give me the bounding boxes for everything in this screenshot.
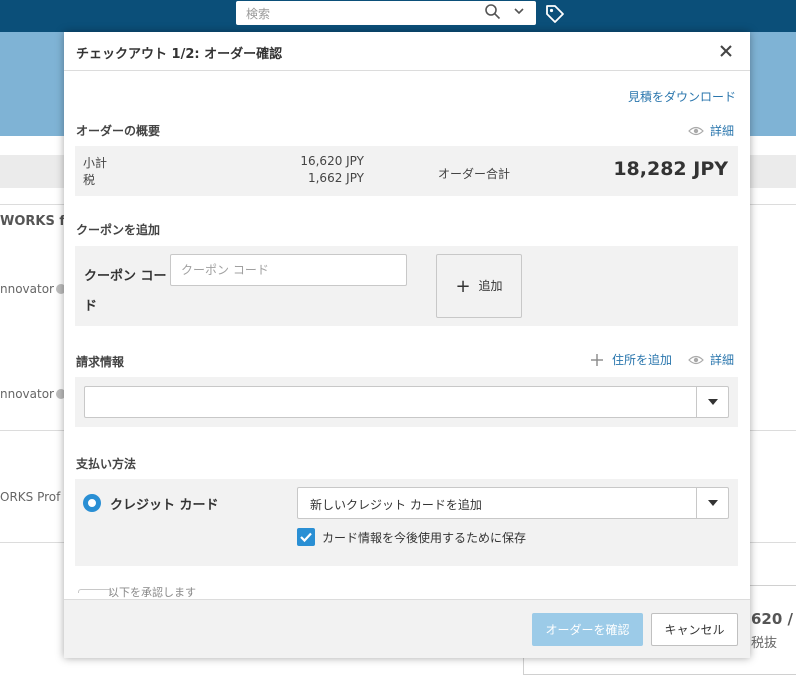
checkmark-icon <box>300 532 312 543</box>
credit-card-select[interactable]: 新しいクレジット カードを追加 <box>297 487 729 519</box>
total-partial: 620 / s <box>751 610 796 628</box>
plus-icon: + <box>455 275 471 297</box>
billing-title: 請求情報 <box>76 355 125 369</box>
coupon-panel: クーポン コード + 追加 <box>75 246 738 326</box>
product-edition-text: nnovator <box>0 282 54 296</box>
summary-details-link[interactable]: 詳細 <box>688 122 734 139</box>
modal-title: チェックアウト 1/2: オーダー確認 <box>76 47 283 62</box>
search-icon[interactable] <box>484 3 502 21</box>
order-summary-panel: 小計 税 16,620 JPY 1,662 JPY オーダー合計 18,282 … <box>75 146 738 196</box>
plus-icon <box>591 354 603 366</box>
tax-partial: 税抜 <box>751 636 778 651</box>
save-card-label: カード情報を今後使用するために保存 <box>322 531 527 545</box>
terms-text: 以下を承認します <box>108 586 196 599</box>
dropdown-arrow-icon[interactable] <box>696 488 728 518</box>
credit-card-value: 新しいクレジット カードを追加 <box>310 498 482 512</box>
save-card-checkbox[interactable] <box>297 528 315 546</box>
coupon-code-label: クーポン コード <box>84 269 167 314</box>
checkout-modal: チェックアウト 1/2: オーダー確認 見積をダウンロード オーダーの概要 詳細… <box>64 32 750 658</box>
product-edition: nnovator <box>0 387 66 401</box>
eye-icon <box>688 355 704 365</box>
add-address-label: 住所を追加 <box>612 353 673 367</box>
add-address-link[interactable]: 住所を追加 <box>590 351 672 368</box>
billing-panel <box>75 377 738 427</box>
modal-header: チェックアウト 1/2: オーダー確認 <box>64 32 750 71</box>
close-icon[interactable] <box>719 44 733 58</box>
credit-card-radio[interactable] <box>83 494 101 512</box>
order-total-value: 18,282 JPY <box>613 158 728 180</box>
tax-label: 税 <box>83 173 96 187</box>
subtotal-label: 小計 <box>83 156 108 170</box>
payment-panel: クレジット カード 新しいクレジット カードを追加 カード情報を今後使用するため… <box>75 479 738 566</box>
payment-title: 支払い方法 <box>76 457 137 471</box>
coupon-code-input[interactable] <box>170 254 407 286</box>
add-coupon-label: 追加 <box>478 278 503 293</box>
search-box[interactable]: 検索 <box>236 1 536 25</box>
eye-icon <box>688 126 704 136</box>
top-navigation-bar: 検索 <box>0 0 796 32</box>
dropdown-arrow-icon[interactable] <box>696 387 728 417</box>
order-total-label: オーダー合計 <box>438 167 511 181</box>
modal-footer: オーダーを確認 キャンセル <box>64 599 750 658</box>
add-coupon-button[interactable]: + 追加 <box>436 254 522 318</box>
summary-title: オーダーの概要 <box>76 124 161 138</box>
subtotal-value: 16,620 JPY <box>300 154 364 168</box>
tax-value: 1,662 JPY <box>307 171 364 185</box>
tag-icon[interactable] <box>544 3 566 25</box>
billing-address-select[interactable] <box>84 386 729 418</box>
cancel-button[interactable]: キャンセル <box>651 613 738 646</box>
download-estimate-link[interactable]: 見積をダウンロード <box>628 88 736 105</box>
credit-card-label: クレジット カード <box>110 498 219 513</box>
summary-details-label: 詳細 <box>710 124 735 138</box>
billing-details-link[interactable]: 詳細 <box>688 351 734 368</box>
coupon-title: クーポンを追加 <box>76 223 161 237</box>
search-placeholder: 検索 <box>246 7 271 21</box>
terms-checkbox[interactable] <box>78 589 112 593</box>
product-name: ORKS Prof <box>0 490 61 504</box>
confirm-order-button[interactable]: オーダーを確認 <box>532 613 643 646</box>
product-edition-text: nnovator <box>0 387 54 401</box>
chevron-down-icon[interactable] <box>512 4 526 18</box>
billing-details-label: 詳細 <box>710 353 735 367</box>
product-name: WORKS fo <box>0 214 74 229</box>
product-edition: nnovator <box>0 282 66 296</box>
